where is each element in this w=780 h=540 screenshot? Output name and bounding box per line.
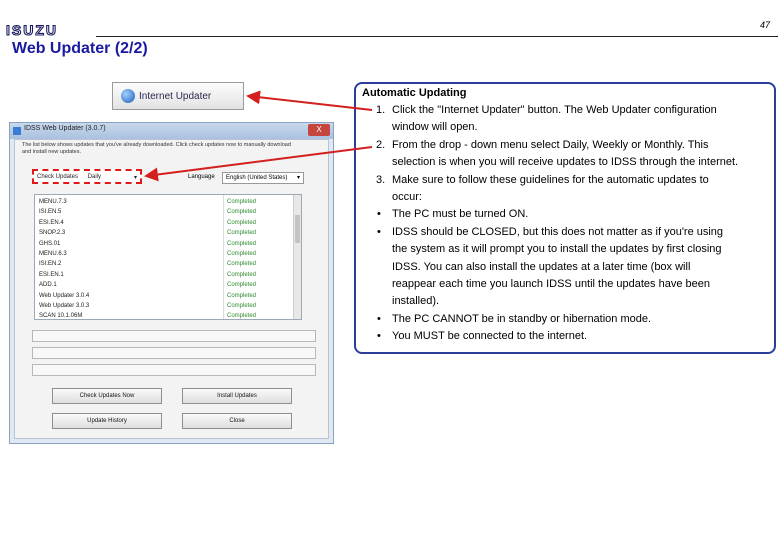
internet-updater-button[interactable]: Internet Updater (112, 82, 244, 110)
header-rule (96, 36, 778, 37)
slide-title: Web Updater (2/2) (12, 40, 148, 57)
bullet-2-marker: • (377, 225, 381, 238)
instructions-heading: Automatic Updating (362, 87, 467, 99)
check-updates-now-button[interactable]: Check Updates Now (52, 388, 162, 404)
install-updates-button[interactable]: Install Updates (182, 388, 292, 404)
bullet-2-text: IDSS. You can also install the updates a… (392, 260, 691, 273)
logo-text: ISUZU (6, 23, 58, 37)
list-item[interactable]: ADD.1 Completed (35, 280, 295, 291)
bullet-2-text: installed). (392, 295, 440, 308)
update-name: ISI.EN.2 (39, 261, 62, 268)
bullet-3-text: The PC CANNOT be in standby or hibernati… (392, 312, 652, 325)
update-status: Completed (227, 261, 257, 268)
list-item[interactable]: ESI.EN.4 Completed (35, 218, 295, 229)
update-status: Completed (227, 230, 257, 237)
chevron-down-icon: ▾ (296, 175, 300, 181)
chevron-down-icon: ▾ (133, 175, 137, 181)
update-name: SCAN 10.1.06M (39, 313, 83, 320)
update-name: ESI.EN.4 (39, 219, 64, 226)
language-label: Language (188, 174, 215, 180)
step-1-marker: 1. (376, 104, 386, 116)
update-status: Completed (227, 219, 257, 226)
update-name: ADD.1 (39, 282, 57, 289)
scrollbar-thumb[interactable] (295, 215, 300, 243)
list-item[interactable]: ISI.EN.5 Completed (35, 207, 295, 218)
check-updates-dropdown[interactable]: Check Updates Daily ▾ (32, 169, 142, 184)
update-name: GHS.01 (39, 240, 61, 247)
step-2-text: From the drop - down menu select Daily, … (392, 138, 709, 151)
bullet-1-text: The PC must be turned ON. (392, 208, 529, 221)
update-name: ESI.EN.1 (39, 271, 64, 278)
step-3-marker: 3. (376, 173, 386, 186)
list-item[interactable]: ISI.EN.2 Completed (35, 259, 295, 270)
globe-icon (121, 89, 135, 103)
close-window-button[interactable]: X (308, 124, 330, 136)
list-item[interactable]: MENU.7.3 Completed (35, 197, 295, 208)
update-status: Completed (227, 209, 257, 216)
close-button[interactable]: Close (182, 413, 292, 429)
dialog-description: The list below shows updates that you've… (22, 142, 291, 155)
list-item[interactable]: SNOP.2.3 Completed (35, 228, 295, 239)
update-name: MENU.7.3 (39, 199, 67, 205)
bullet-2-text: IDSS should be CLOSED, but this does not… (392, 225, 724, 238)
list-item[interactable]: MENU.6.3 Completed (35, 249, 295, 260)
page-number: 47 (759, 20, 770, 30)
update-name: ISI.EN.5 (39, 209, 62, 216)
update-name: MENU.6.3 (39, 251, 67, 257)
step-1-text: window will open. (392, 121, 478, 134)
isuzu-logo: ISUZU (6, 23, 58, 37)
updates-list[interactable]: MENU.7.3 Completed ISI.EN.5 Completed ESI.EN… (34, 194, 302, 320)
progress-bar-2 (32, 347, 316, 359)
app-icon (13, 127, 21, 135)
bullet-4-text: You MUST be connected to the internet. (392, 330, 588, 343)
internet-updater-label: Internet Updater (139, 90, 212, 102)
check-updates-value: Daily (87, 174, 102, 180)
list-item[interactable]: Web Updater 3.0.4 Completed (35, 291, 295, 302)
update-status: Completed (227, 271, 257, 278)
bullet-3-marker: • (377, 312, 381, 325)
update-name: SNOP.2.3 (39, 230, 66, 237)
update-status: Completed (227, 282, 257, 289)
update-status: Completed (227, 251, 257, 257)
list-item[interactable]: GHS.01 Completed (35, 239, 295, 250)
window-titlebar: IDSS Web Updater (3.0.7) X (10, 123, 333, 139)
step-1-text: Click the "Internet Updater" button. The… (392, 104, 717, 116)
step-3-text: Make sure to follow these guidelines for… (392, 173, 709, 186)
update-status: Completed (227, 303, 257, 309)
list-item[interactable]: ESI.EN.1 Completed (35, 270, 295, 281)
check-updates-label: Check Updates (37, 174, 79, 180)
window-title: IDSS Web Updater (3.0.7) (24, 125, 106, 132)
list-item[interactable]: SCAN 10.1.06M Completed (35, 311, 295, 322)
step-2-marker: 2. (376, 138, 386, 151)
bullet-1-marker: • (377, 208, 381, 221)
progress-bar-3 (32, 364, 316, 376)
bullet-2-text: reappear each time you launch IDSS until… (392, 278, 710, 290)
list-scrollbar[interactable] (293, 195, 301, 319)
bullet-4-marker: • (377, 330, 381, 343)
step-3-text: occur: (392, 191, 422, 203)
progress-bar-1 (32, 330, 316, 342)
update-name: Web Updater 3.0.4 (39, 292, 90, 299)
step-2-text: selection is when you will receive updat… (392, 156, 739, 169)
update-status: Completed (227, 292, 257, 299)
language-value: English (United States) (226, 175, 288, 181)
update-status: Completed (227, 240, 257, 247)
language-dropdown[interactable]: English (United States) ▾ (222, 172, 304, 184)
update-status: Completed (227, 199, 257, 205)
update-name: Web Updater 3.0.3 (39, 303, 90, 309)
update-status: Completed (227, 313, 257, 320)
update-history-button[interactable]: Update History (52, 413, 162, 429)
list-item[interactable]: Web Updater 3.0.3 Completed (35, 301, 295, 312)
bullet-2-text: the system as it will prompt you to inst… (392, 243, 722, 256)
